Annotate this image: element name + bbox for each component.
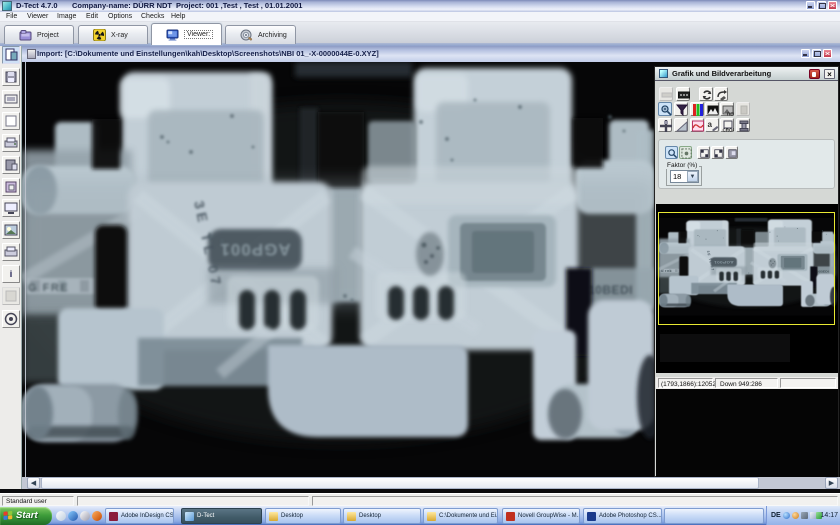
svg-text:a: a bbox=[708, 120, 713, 129]
svg-text:REF: REF bbox=[727, 112, 734, 117]
svg-text:CROP: CROP bbox=[723, 128, 735, 133]
svg-text:10BEDI: 10BEDI bbox=[588, 283, 633, 297]
svg-text:AGP001: AGP001 bbox=[219, 240, 290, 259]
svg-text:G FRE: G FRE bbox=[28, 282, 69, 294]
